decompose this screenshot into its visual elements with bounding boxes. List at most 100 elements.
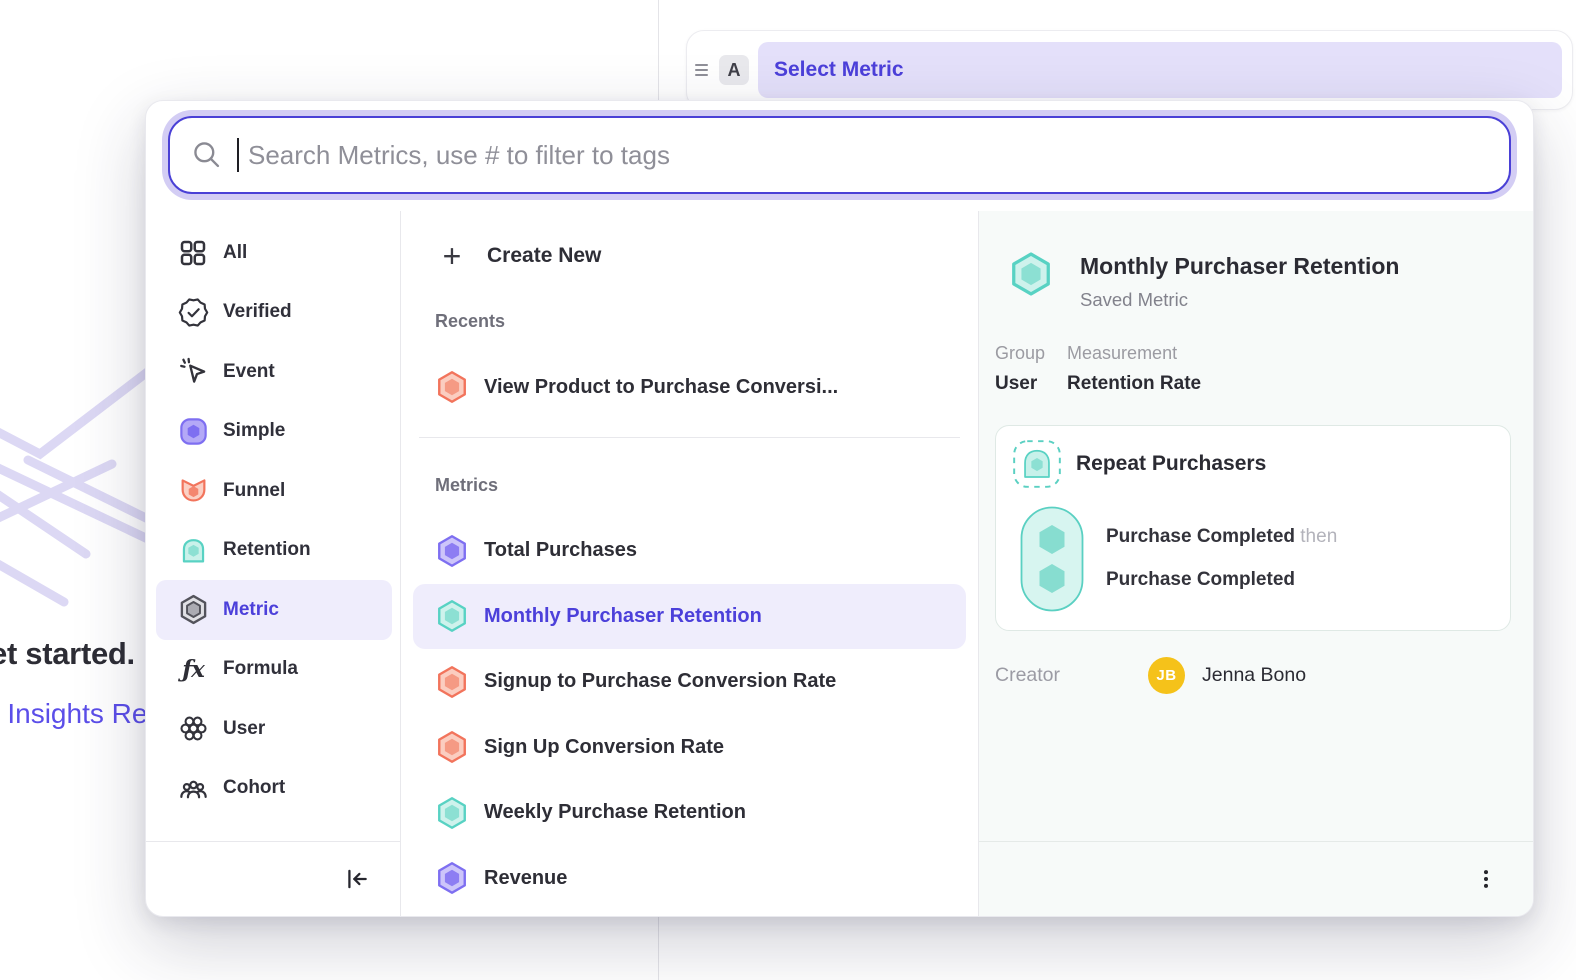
detail-title: Monthly Purchaser Retention bbox=[1080, 253, 1399, 281]
metric-item-label: Monthly Purchaser Retention bbox=[484, 605, 762, 628]
metric-item-signup-to-purchase-conversion-rate[interactable]: Signup to Purchase Conversion Rate bbox=[401, 649, 978, 715]
drag-handle-icon[interactable] bbox=[693, 58, 710, 82]
sidebar-item-label: Formula bbox=[223, 658, 298, 680]
sidebar-item-label: User bbox=[223, 718, 265, 740]
metric-item-weekly-purchase-retention[interactable]: Weekly Purchase Retention bbox=[401, 780, 978, 846]
sidebar-item-metric[interactable]: Metric bbox=[156, 580, 392, 640]
kebab-menu-icon[interactable] bbox=[1469, 862, 1503, 896]
detail-header: Monthly Purchaser Retention Saved Metric bbox=[1008, 251, 1511, 311]
event-cursor-icon bbox=[177, 356, 209, 388]
group-field: Group User bbox=[995, 343, 1045, 395]
query-row-card: A Select Metric bbox=[686, 30, 1573, 110]
create-new-label: Create New bbox=[487, 244, 601, 268]
sidebar-item-formula[interactable]: ƒx Formula bbox=[146, 640, 400, 700]
metric-item-label: Weekly Purchase Retention bbox=[484, 801, 746, 824]
list-divider bbox=[419, 437, 960, 438]
detail-subtitle: Saved Metric bbox=[1080, 289, 1399, 311]
collapse-left-icon[interactable] bbox=[340, 862, 374, 896]
metric-hexagon-icon bbox=[177, 594, 209, 626]
background-heading: et started. bbox=[0, 636, 135, 672]
metric-item-label: Revenue bbox=[484, 867, 567, 890]
funnel-hexagon-icon bbox=[435, 370, 469, 404]
verified-badge-icon bbox=[177, 296, 209, 328]
detail-footer bbox=[979, 841, 1533, 916]
metric-item-revenue[interactable]: Revenue bbox=[401, 846, 978, 912]
sidebar-item-label: All bbox=[223, 242, 247, 264]
creator-name: Jenna Bono bbox=[1202, 664, 1306, 687]
metric-hexagon-icon bbox=[435, 534, 469, 568]
sidebar-item-verified[interactable]: Verified bbox=[146, 283, 400, 343]
filter-list: All Verified bbox=[146, 211, 400, 841]
search-area bbox=[146, 101, 1533, 211]
row-letter-badge[interactable]: A bbox=[719, 55, 749, 85]
dashed-retention-icon bbox=[1012, 439, 1062, 489]
recent-item-label: View Product to Purchase Conversi... bbox=[484, 376, 838, 399]
group-value: User bbox=[995, 373, 1045, 395]
text-caret bbox=[237, 138, 239, 172]
metric-item-sign-up-conversion-rate[interactable]: Sign Up Conversion Rate bbox=[401, 715, 978, 781]
sidebar-item-all[interactable]: All bbox=[146, 223, 400, 283]
filter-sidebar: All Verified bbox=[146, 211, 401, 916]
measurement-field: Measurement Retention Rate bbox=[1067, 343, 1201, 395]
definition-card: Repeat Purchasers Purchase Completed the… bbox=[995, 425, 1511, 631]
sidebar-item-label: Cohort bbox=[223, 777, 285, 799]
formula-fx-icon: ƒx bbox=[177, 653, 209, 685]
user-cluster-icon bbox=[177, 713, 209, 745]
search-input[interactable] bbox=[248, 140, 1487, 171]
recents-heading: Recents bbox=[401, 309, 978, 333]
search-icon bbox=[192, 140, 222, 170]
metric-hexagon-icon bbox=[435, 730, 469, 764]
metric-item-monthly-purchaser-retention[interactable]: Monthly Purchaser Retention bbox=[413, 584, 966, 650]
metric-detail-panel: Monthly Purchaser Retention Saved Metric… bbox=[979, 211, 1533, 916]
sidebar-item-simple[interactable]: Simple bbox=[146, 402, 400, 462]
sidebar-item-funnel[interactable]: Funnel bbox=[146, 461, 400, 521]
sidebar-item-cohort[interactable]: Cohort bbox=[146, 759, 400, 819]
definition-body: Purchase Completed then Purchase Complet… bbox=[1012, 506, 1494, 612]
measurement-value: Retention Rate bbox=[1067, 373, 1201, 395]
metric-item-label: Total Purchases bbox=[484, 539, 637, 562]
create-new-button[interactable]: + Create New bbox=[401, 233, 978, 279]
metric-item-label: Sign Up Conversion Rate bbox=[484, 736, 724, 759]
metric-hexagon-icon bbox=[435, 599, 469, 633]
search-box[interactable] bbox=[168, 116, 1511, 194]
sidebar-item-label: Simple bbox=[223, 420, 285, 442]
insights-report-link[interactable]: e Insights Re bbox=[0, 698, 147, 730]
grid-icon bbox=[177, 237, 209, 269]
metric-picker-modal: All Verified bbox=[145, 100, 1534, 917]
definition-header: Repeat Purchasers bbox=[1012, 439, 1494, 489]
retention-arch-icon bbox=[177, 534, 209, 566]
sidebar-item-label: Verified bbox=[223, 301, 292, 323]
definition-name: Repeat Purchasers bbox=[1076, 452, 1266, 476]
definition-step-2: Purchase Completed bbox=[1106, 569, 1337, 591]
funnel-steps-capsule-icon bbox=[1020, 506, 1084, 612]
sidebar-item-event[interactable]: Event bbox=[146, 342, 400, 402]
measurement-label: Measurement bbox=[1067, 343, 1201, 364]
sidebar-footer bbox=[146, 841, 400, 916]
creator-label: Creator bbox=[995, 664, 1148, 687]
metric-item-label: Signup to Purchase Conversion Rate bbox=[484, 670, 836, 693]
sidebar-item-label: Retention bbox=[223, 539, 311, 561]
metric-item-total-purchases[interactable]: Total Purchases bbox=[401, 518, 978, 584]
plus-icon: + bbox=[435, 240, 469, 272]
sidebar-item-retention[interactable]: Retention bbox=[146, 521, 400, 581]
metric-list: Total Purchases Monthly Purchaser Retent… bbox=[401, 518, 978, 911]
recent-item[interactable]: View Product to Purchase Conversi... bbox=[401, 355, 978, 419]
cohort-people-icon bbox=[177, 772, 209, 804]
creator-row: Creator JB Jenna Bono bbox=[995, 657, 1511, 694]
metric-hexagon-icon bbox=[435, 861, 469, 895]
simple-hexagon-icon bbox=[177, 415, 209, 447]
metric-list-panel: + Create New Recents View Product to Pur… bbox=[401, 211, 979, 916]
group-label: Group bbox=[995, 343, 1045, 364]
definition-step-1: Purchase Completed then bbox=[1106, 526, 1337, 548]
funnel-icon bbox=[177, 475, 209, 507]
decorative-chart-lines bbox=[0, 368, 150, 628]
metric-hexagon-icon bbox=[435, 796, 469, 830]
retention-hexagon-icon bbox=[1008, 251, 1054, 297]
sidebar-item-label: Metric bbox=[223, 599, 279, 621]
then-label: then bbox=[1300, 526, 1337, 547]
sidebar-item-user[interactable]: User bbox=[146, 699, 400, 759]
detail-meta: Group User Measurement Retention Rate bbox=[995, 343, 1511, 395]
select-metric-button[interactable]: Select Metric bbox=[758, 42, 1562, 98]
metrics-heading: Metrics bbox=[401, 473, 978, 497]
metric-hexagon-icon bbox=[435, 665, 469, 699]
